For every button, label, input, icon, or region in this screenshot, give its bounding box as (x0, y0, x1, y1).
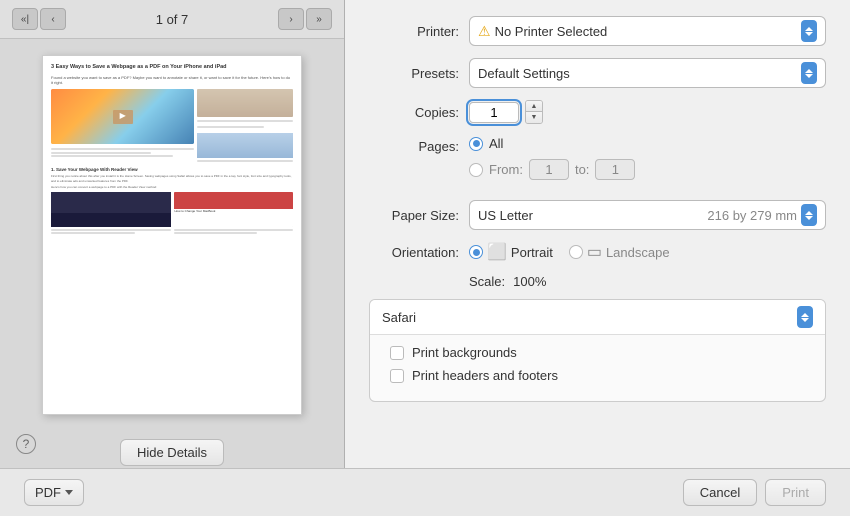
preview-body2: Here's how you can convert a webpage to … (51, 185, 293, 189)
presets-spinner-down (805, 74, 813, 78)
paper-size-row: Paper Size: US Letter 216 by 279 mm (369, 200, 826, 230)
scale-label: Scale: (469, 274, 505, 289)
print-headers-row: Print headers and footers (390, 368, 805, 383)
pages-from-label: From: (489, 162, 523, 177)
paper-size-dims: 216 by 279 mm (707, 208, 797, 223)
pages-all-radio-row: All (469, 136, 503, 151)
pages-to-label: to: (575, 162, 589, 177)
preview-article-subtitle: Found a website you want to save as a PD… (51, 75, 293, 85)
presets-select[interactable]: Default Settings (469, 58, 826, 88)
pages-from-input[interactable]: 1 (529, 159, 569, 180)
safari-spinner-down (801, 318, 809, 322)
copies-decrement[interactable]: ▼ (526, 112, 542, 123)
print-backgrounds-row: Print backgrounds (390, 345, 805, 360)
preview-article-title: 3 Easy Ways to Save a Webpage as a PDF o… (51, 64, 293, 72)
bottom-bar: PDF Cancel Print (0, 468, 850, 516)
orientation-landscape-radio[interactable] (569, 245, 583, 259)
orientation-row: Orientation: ⬜ Portrait ▭ Landscape (369, 242, 826, 262)
pdf-button[interactable]: PDF (24, 479, 84, 506)
presets-value: Default Settings (478, 66, 797, 81)
print-headers-checkbox[interactable] (390, 369, 404, 383)
warning-icon: ⚠ (478, 23, 491, 40)
copies-input[interactable]: 1 (469, 102, 519, 123)
printer-select[interactable]: ⚠ No Printer Selected (469, 16, 826, 46)
presets-spinner-up (805, 69, 813, 73)
printer-label: Printer: (369, 24, 459, 39)
copies-label: Copies: (369, 105, 459, 120)
copies-increment[interactable]: ▲ (526, 101, 542, 112)
pages-label: Pages: (369, 139, 459, 154)
page-preview: 3 Easy Ways to Save a Webpage as a PDF o… (42, 55, 302, 415)
pages-all-label: All (489, 136, 503, 151)
preview-body1: First thing you notice about this after … (51, 174, 293, 182)
orientation-landscape-label: Landscape (606, 245, 670, 260)
print-headers-label: Print headers and footers (412, 368, 558, 383)
portrait-icon: ⬜ (487, 242, 507, 262)
paper-spinner-up (805, 211, 813, 215)
safari-section: Safari Print backgrounds Print headers a… (369, 299, 826, 402)
spinner-down-icon (805, 32, 813, 36)
safari-spinner-up (801, 313, 809, 317)
print-backgrounds-checkbox[interactable] (390, 346, 404, 360)
last-page-button[interactable]: » (306, 8, 332, 30)
settings-panel: Printer: ⚠ No Printer Selected Presets: … (345, 0, 850, 468)
pages-from-radio[interactable] (469, 163, 483, 177)
paper-size-spinner[interactable] (801, 204, 817, 226)
presets-spinner[interactable] (801, 62, 817, 84)
landscape-icon: ▭ (587, 242, 602, 262)
page-indicator: 1 of 7 (156, 12, 189, 27)
safari-app-label: Safari (382, 310, 793, 325)
pages-all-radio[interactable] (469, 137, 483, 151)
orientation-portrait-radio[interactable] (469, 245, 483, 259)
cancel-button[interactable]: Cancel (683, 479, 757, 506)
safari-spinner[interactable] (797, 306, 813, 328)
orientation-portrait-label: Portrait (511, 245, 553, 260)
pdf-dropdown-icon (65, 490, 73, 495)
paper-size-value: US Letter (478, 208, 703, 223)
paper-size-label: Paper Size: (369, 208, 459, 223)
safari-header: Safari (370, 300, 825, 335)
print-button[interactable]: Print (765, 479, 826, 506)
spinner-up-icon (805, 27, 813, 31)
hide-details-button[interactable]: Hide Details (120, 439, 224, 466)
printer-row: Printer: ⚠ No Printer Selected (369, 16, 826, 46)
pdf-label: PDF (35, 485, 61, 500)
printer-spinner[interactable] (801, 20, 817, 42)
presets-label: Presets: (369, 66, 459, 81)
copies-row: Copies: 1 ▲ ▼ (369, 100, 826, 124)
scale-value: 100% (513, 274, 546, 289)
orientation-label: Orientation: (369, 245, 459, 260)
help-button[interactable]: ? (16, 434, 36, 454)
copies-stepper: ▲ ▼ (525, 100, 543, 124)
prev-page-button[interactable]: ‹ (40, 8, 66, 30)
paper-size-select[interactable]: US Letter 216 by 279 mm (469, 200, 826, 230)
preview-section-title: 1. Save Your Webpage With Reader View (51, 167, 293, 173)
print-backgrounds-label: Print backgrounds (412, 345, 517, 360)
presets-row: Presets: Default Settings (369, 58, 826, 88)
first-page-button[interactable]: «| (12, 8, 38, 30)
pages-row: Pages: All From: 1 to: 1 (369, 136, 826, 180)
paper-spinner-down (805, 216, 813, 220)
next-page-button[interactable]: › (278, 8, 304, 30)
safari-options: Print backgrounds Print headers and foot… (370, 335, 825, 401)
pages-to-input[interactable]: 1 (595, 159, 635, 180)
printer-value: No Printer Selected (495, 24, 797, 39)
